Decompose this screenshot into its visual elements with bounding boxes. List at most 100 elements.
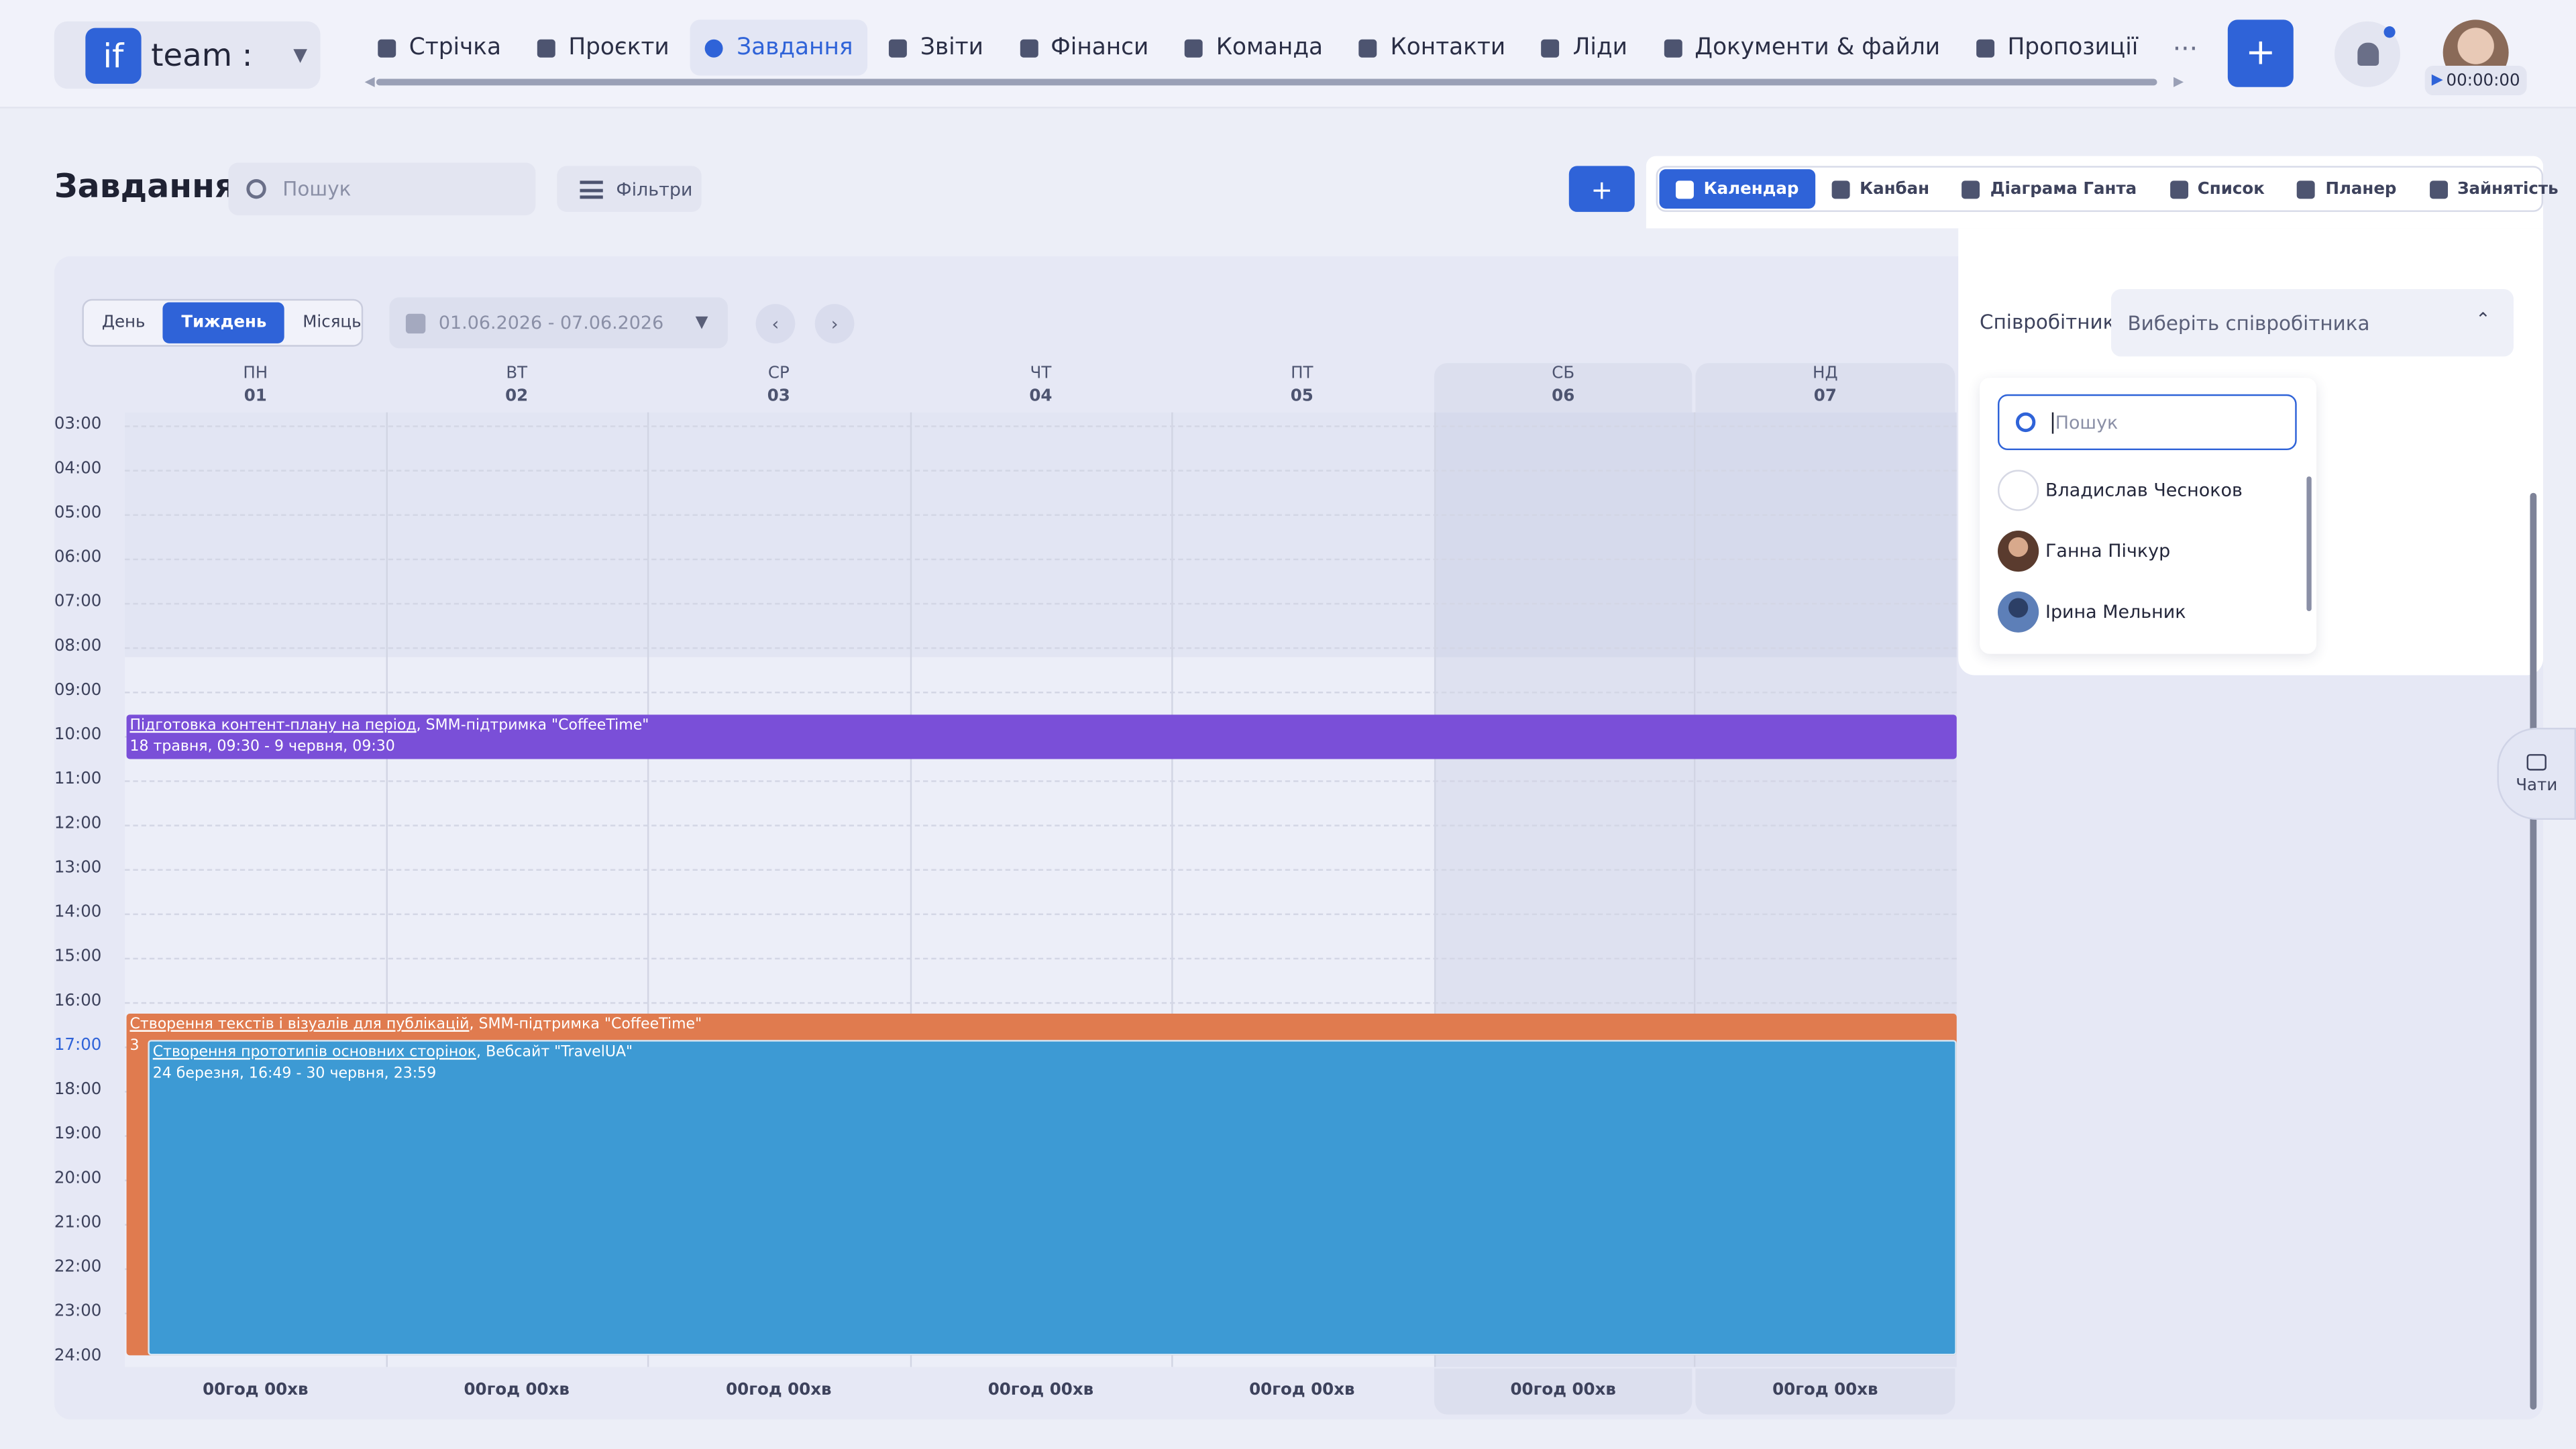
employee-search-input[interactable]: Пошук (1997, 394, 2297, 451)
event-time: 18 травня, 09:30 - 9 червня, 09:30 (129, 739, 395, 756)
user-icon (1185, 38, 1203, 57)
hour-label: 15:00 (54, 948, 102, 967)
brand-logo: if (85, 27, 142, 83)
kanban-icon (1831, 180, 1850, 199)
mode-month[interactable]: Місяць (284, 303, 379, 343)
nav-item-documents[interactable]: Документи & файли (1649, 19, 1955, 75)
chevron-left-icon: ‹ (771, 313, 780, 335)
nav-item-tasks[interactable]: Завдання (690, 19, 868, 76)
day-total: 00год 00хв (726, 1381, 832, 1400)
calendar-event[interactable]: Підготовка контент-плану на період, SMM-… (126, 714, 1957, 759)
hour-label: 20:00 (54, 1169, 102, 1188)
hour-label: 14:00 (54, 903, 102, 922)
view-label: Діаграма Ганта (1990, 180, 2137, 199)
hour-label: 05:00 (54, 504, 102, 523)
nav-scrollbar[interactable] (376, 78, 2157, 86)
nav-item-label: Стрічка (409, 34, 501, 61)
avatar (1997, 590, 2039, 632)
employee-option[interactable]: Ірина Мельник (1997, 588, 2186, 635)
nav-item-reports[interactable]: Звіти (874, 19, 998, 75)
day-number: 04 (1029, 387, 1053, 406)
view-list[interactable]: Список (2153, 169, 2282, 209)
day-of-week: ПТ (1291, 364, 1313, 383)
day-header: ВТ 02 (386, 363, 647, 412)
nav-item-projects[interactable]: Проєкти (523, 19, 684, 75)
notifications-button[interactable] (2334, 21, 2400, 87)
link-icon (1542, 38, 1560, 57)
scroll-right-icon[interactable]: ▶ (2174, 74, 2184, 89)
mode-week[interactable]: Тиждень (163, 302, 285, 343)
task-search-input[interactable]: Пошук (228, 162, 536, 215)
day-number: 07 (1813, 387, 1837, 406)
nav-item-label: Фінанси (1051, 34, 1149, 61)
next-week-button[interactable]: › (814, 304, 855, 343)
workspace-switcher[interactable]: if team : ▼ (54, 21, 321, 89)
chats-label: Чати (2516, 776, 2558, 795)
day-header: ЧТ 04 (910, 363, 1171, 412)
event-title[interactable]: Підготовка контент-плану на період (129, 718, 416, 734)
day-total: 00год 00хв (1434, 1368, 1693, 1415)
nav-item-contacts[interactable]: Контакти (1344, 19, 1520, 75)
day-of-week: ЧТ (1030, 364, 1052, 383)
add-task-button[interactable]: + (1568, 166, 1635, 212)
view-planner[interactable]: Планер (2281, 169, 2413, 209)
nav-item-proposals[interactable]: Пропозиції (1962, 19, 2153, 75)
employee-label: Співробітник (1980, 310, 2115, 334)
scroll-left-icon[interactable]: ◀ (365, 74, 375, 89)
nav-item-team[interactable]: Команда (1170, 19, 1338, 75)
calendar-event[interactable]: Створення прототипів основних сторінок, … (148, 1040, 1957, 1356)
more-menu-button[interactable]: ··· (2173, 32, 2198, 64)
folder-icon (1663, 38, 1682, 57)
wallet-icon (1019, 38, 1038, 57)
mode-day[interactable]: День (84, 303, 164, 343)
filters-button[interactable]: Фільтри (557, 166, 702, 212)
search-icon (2015, 412, 2036, 433)
current-hour-label: 17:00 (54, 1036, 102, 1055)
event-project: SMM-підтримка "CoffeeTime" (425, 718, 649, 735)
hour-label: 18:00 (54, 1081, 102, 1099)
hour-label: 04:00 (54, 460, 102, 478)
page-scrollbar[interactable] (2530, 492, 2537, 1410)
employee-option[interactable]: Владислав Чесноков (1997, 467, 2243, 513)
day-total: 00год 00хв (203, 1381, 309, 1400)
dropdown-scrollbar[interactable] (2306, 476, 2312, 612)
time-tracker[interactable]: ▶ 00:00:00 (2424, 65, 2527, 96)
day-number: 03 (767, 387, 790, 406)
view-workload[interactable]: Зайнятість (2413, 169, 2575, 209)
global-add-button[interactable]: + (2227, 19, 2294, 87)
employee-select[interactable]: Виберіть співробітника ⌃ (2110, 289, 2514, 357)
nav-item-leads[interactable]: Ліди (1527, 19, 1642, 75)
calendar-icon (405, 313, 426, 333)
view-label: Планер (2325, 180, 2397, 199)
view-switcher: Календар Канбан Діаграма Ганта Список Пл… (1646, 156, 2559, 229)
event-title[interactable]: Створення текстів і візуалів для публіка… (129, 1017, 469, 1033)
hour-label: 07:00 (54, 593, 102, 612)
employee-option[interactable]: Ганна Пічкур (1997, 527, 2170, 574)
prev-week-button[interactable]: ‹ (755, 304, 796, 343)
list-icon (2169, 180, 2188, 199)
sliders-icon (580, 180, 603, 199)
day-of-week: СБ (1552, 364, 1575, 383)
nav-item-finance[interactable]: Фінанси (1005, 19, 1164, 75)
event-title[interactable]: Створення прототипів основних сторінок (153, 1045, 476, 1061)
event-project: SMM-підтримка "CoffeeTime" (478, 1016, 702, 1034)
employee-option-name: Владислав Чесноков (2045, 478, 2243, 500)
day-header: СБ 06 (1434, 363, 1693, 413)
brand-name: team : (151, 37, 253, 73)
page-title: Завдання (54, 166, 236, 206)
view-kanban[interactable]: Канбан (1815, 169, 1946, 209)
hour-label: 21:00 (54, 1214, 102, 1232)
view-gantt[interactable]: Діаграма Ганта (1946, 169, 2153, 209)
gantt-icon (1962, 180, 1981, 199)
view-label: Канбан (1860, 180, 1930, 199)
chevron-right-icon: › (830, 313, 839, 335)
chats-button[interactable]: Чати (2497, 727, 2576, 820)
nav-item-feed[interactable]: Стрічка (363, 19, 516, 75)
event-time: 24 березня, 16:49 - 30 червня, 23:59 (152, 1066, 437, 1083)
view-calendar[interactable]: Календар (1659, 169, 1815, 209)
employee-option-name: Ірина Мельник (2045, 600, 2186, 622)
date-range-picker[interactable]: 01.06.2026 - 07.06.2026 ▼ (389, 297, 728, 349)
date-range-value: 01.06.2026 - 07.06.2026 (438, 312, 664, 334)
nav-item-label: Контакти (1390, 34, 1506, 61)
nav-item-label: Завдання (737, 34, 853, 61)
